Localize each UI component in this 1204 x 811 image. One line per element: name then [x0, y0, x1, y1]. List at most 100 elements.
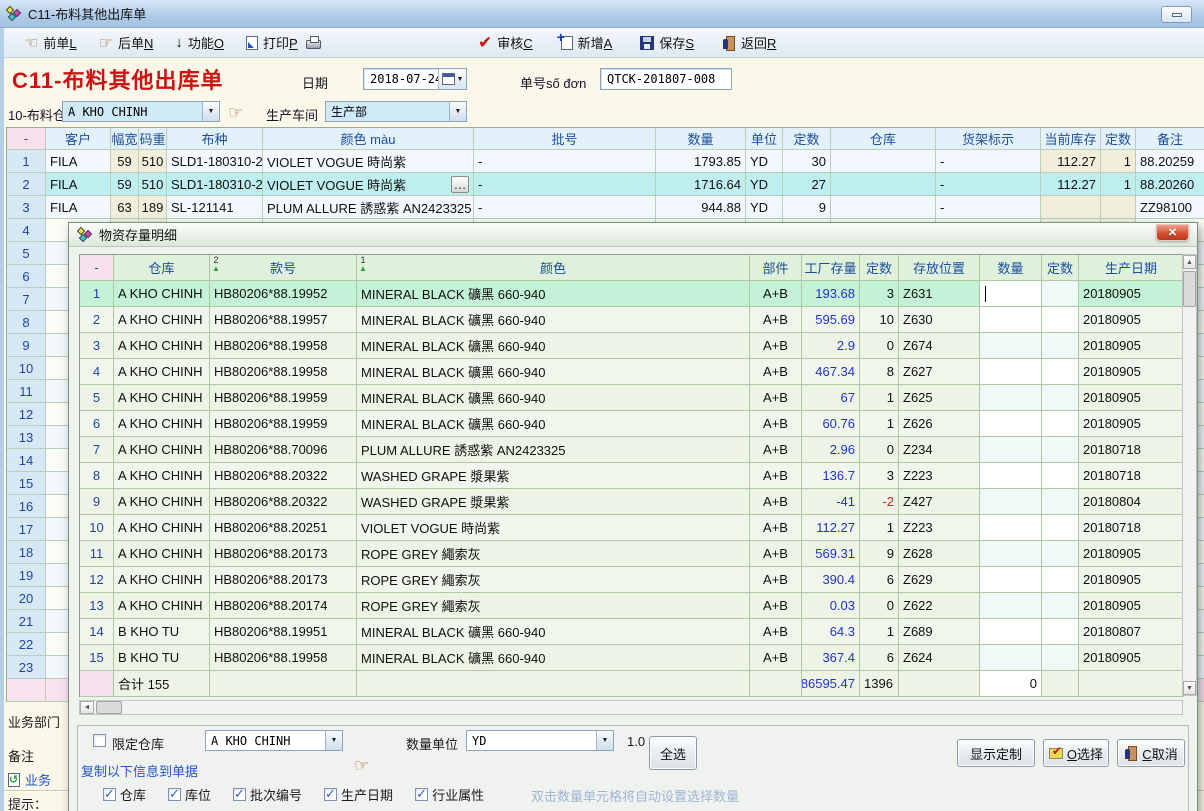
- cell[interactable]: Z622: [899, 593, 980, 619]
- cell[interactable]: A+B: [750, 489, 802, 515]
- cell[interactable]: 5: [80, 385, 114, 411]
- cell[interactable]: [1042, 411, 1079, 437]
- cell[interactable]: 467.34: [802, 359, 860, 385]
- column-header[interactable]: 仓库: [114, 255, 210, 281]
- column-header[interactable]: 定数: [1042, 255, 1079, 281]
- cell[interactable]: MINERAL BLACK 礦黑 660-940: [357, 307, 750, 333]
- order-number-field[interactable]: QTCK-201807-008: [600, 68, 732, 90]
- cell[interactable]: 59: [111, 150, 139, 173]
- cell[interactable]: HB80206*88.19957: [210, 307, 357, 333]
- cell[interactable]: A+B: [750, 437, 802, 463]
- cell[interactable]: A+B: [750, 385, 802, 411]
- cell[interactable]: [1042, 385, 1079, 411]
- cell[interactable]: 1793.85: [656, 150, 746, 173]
- cell[interactable]: 20180718: [1079, 437, 1184, 463]
- date-field[interactable]: 2018-07-24: [363, 68, 467, 90]
- cell[interactable]: A+B: [750, 411, 802, 437]
- cell[interactable]: A KHO CHINH: [114, 333, 210, 359]
- column-header[interactable]: 存放位置: [899, 255, 980, 281]
- cell[interactable]: -: [936, 196, 1041, 219]
- column-header[interactable]: 颜色1: [357, 255, 750, 281]
- sort-indicator[interactable]: 1: [359, 256, 367, 273]
- cell[interactable]: [1042, 593, 1079, 619]
- cell[interactable]: HB80206*88.19959: [210, 385, 357, 411]
- cell[interactable]: 15: [80, 645, 114, 671]
- cell[interactable]: A KHO CHINH: [114, 463, 210, 489]
- toolbar-item-审核[interactable]: 审核C: [478, 33, 533, 53]
- cell[interactable]: A KHO CHINH: [114, 281, 210, 307]
- cell[interactable]: HB80206*88.20174: [210, 593, 357, 619]
- ellipsis-button[interactable]: [451, 176, 469, 193]
- copy-option-生产日期[interactable]: 生产日期: [324, 785, 393, 804]
- cell[interactable]: [831, 173, 936, 196]
- cell[interactable]: 27: [783, 173, 831, 196]
- cell[interactable]: 1: [1101, 150, 1136, 173]
- checkbox[interactable]: [233, 788, 246, 801]
- cell[interactable]: 3: [7, 196, 46, 219]
- cell[interactable]: 88.20259: [1136, 150, 1204, 173]
- cell[interactable]: MINERAL BLACK 礦黑 660-940: [357, 281, 750, 307]
- cell[interactable]: 64.3: [802, 619, 860, 645]
- copy-option-行业属性[interactable]: 行业属性: [415, 785, 484, 804]
- cell[interactable]: 136.7: [802, 463, 860, 489]
- cell[interactable]: [980, 489, 1042, 515]
- cell[interactable]: A+B: [750, 307, 802, 333]
- cell[interactable]: MINERAL BLACK 礦黑 660-940: [357, 411, 750, 437]
- limit-warehouse-checkbox[interactable]: [93, 734, 106, 747]
- qty-unit-combo[interactable]: YD: [466, 730, 614, 751]
- cell[interactable]: -: [474, 150, 656, 173]
- cell[interactable]: 20180905: [1079, 645, 1184, 671]
- toolbar-item-功能[interactable]: 功能O: [175, 33, 224, 52]
- checkbox[interactable]: [168, 788, 181, 801]
- date-picker-button[interactable]: [438, 69, 466, 89]
- cell[interactable]: [831, 196, 936, 219]
- column-header[interactable]: 码重: [139, 128, 167, 150]
- cell[interactable]: VIOLET VOGUE 時尚紫: [263, 150, 474, 173]
- column-header[interactable]: 仓库: [831, 128, 936, 150]
- cell[interactable]: Z625: [899, 385, 980, 411]
- cell[interactable]: Z628: [899, 541, 980, 567]
- scroll-up-button[interactable]: [1183, 255, 1196, 269]
- scrollbar-thumb[interactable]: [1183, 271, 1196, 307]
- cell[interactable]: A+B: [750, 541, 802, 567]
- cell[interactable]: 59: [111, 173, 139, 196]
- cell[interactable]: [1042, 567, 1079, 593]
- cell[interactable]: 569.31: [802, 541, 860, 567]
- cell[interactable]: B KHO TU: [114, 619, 210, 645]
- cell[interactable]: 14: [7, 449, 46, 472]
- cell[interactable]: MINERAL BLACK 礦黑 660-940: [357, 645, 750, 671]
- cell[interactable]: 3: [860, 463, 899, 489]
- cell[interactable]: ROPE GREY 繩索灰: [357, 567, 750, 593]
- cell[interactable]: HB80206*88.20173: [210, 567, 357, 593]
- cell[interactable]: SLD1-180310-2: [167, 150, 263, 173]
- cell[interactable]: 9: [783, 196, 831, 219]
- cell[interactable]: [1042, 463, 1079, 489]
- toolbar-item-保存[interactable]: 保存S: [640, 33, 694, 52]
- cell[interactable]: [980, 385, 1042, 411]
- cell[interactable]: Z427: [899, 489, 980, 515]
- cell[interactable]: 595.69: [802, 307, 860, 333]
- cell[interactable]: 1: [80, 281, 114, 307]
- cell[interactable]: 5: [7, 242, 46, 265]
- combo-arrow-button[interactable]: [449, 102, 466, 121]
- cell[interactable]: 19: [7, 564, 46, 587]
- cell[interactable]: A KHO CHINH: [114, 385, 210, 411]
- cell[interactable]: [980, 463, 1042, 489]
- cell[interactable]: 20180905: [1079, 359, 1184, 385]
- cell[interactable]: 8: [80, 463, 114, 489]
- cell[interactable]: A KHO CHINH: [114, 411, 210, 437]
- copy-option-仓库[interactable]: 仓库: [103, 785, 146, 804]
- copy-option-批次编号[interactable]: 批次编号: [233, 785, 302, 804]
- cell[interactable]: A KHO CHINH: [114, 593, 210, 619]
- scrollbar-thumb[interactable]: [96, 701, 122, 714]
- cell[interactable]: 88.20260: [1136, 173, 1204, 196]
- cell[interactable]: ROPE GREY 繩索灰: [357, 541, 750, 567]
- cell[interactable]: 112.27: [1041, 150, 1101, 173]
- cell[interactable]: 8: [860, 359, 899, 385]
- cell[interactable]: 14: [80, 619, 114, 645]
- cell[interactable]: MINERAL BLACK 礦黑 660-940: [357, 385, 750, 411]
- cell[interactable]: 12: [7, 403, 46, 426]
- cell[interactable]: Z630: [899, 307, 980, 333]
- cell[interactable]: 0.03: [802, 593, 860, 619]
- cell[interactable]: [980, 567, 1042, 593]
